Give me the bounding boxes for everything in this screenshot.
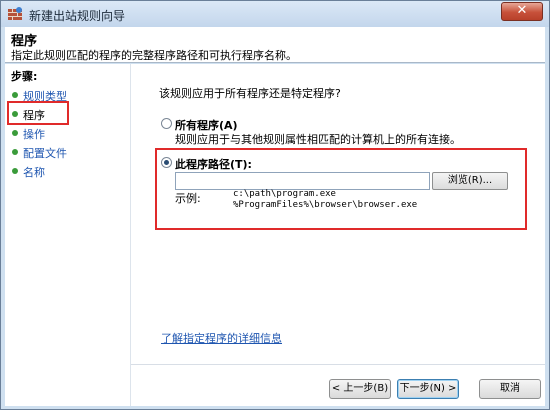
step-dot-icon [12,168,18,174]
wizard-content: 步骤: 规则类型 程序 操作 配置文件 名称 该规则应用于所有程序还是特定程序?… [5,64,545,406]
question-text: 该规则应用于所有程序还是特定程序? [159,87,341,100]
step-label: 名称 [23,166,45,179]
learn-more-link[interactable]: 了解指定程序的详细信息 [161,330,282,346]
window-title: 新建出站规则向导 [29,9,126,23]
steps-panel: 步骤: 规则类型 程序 操作 配置文件 名称 [5,64,131,406]
back-button[interactable]: < 上一步(B) [329,379,391,399]
steps-title: 步骤: [11,70,38,83]
all-programs-description: 规则应用于与其他规则属性相匹配的计算机上的所有连接。 [175,133,461,146]
close-button[interactable]: ✕ [501,2,543,21]
firewall-icon [8,7,22,20]
step-label: 操作 [23,128,45,141]
page-header: 程序 指定此规则匹配的程序的完整程序路径和可执行程序名称。 [5,27,545,63]
step-name[interactable]: 名称 [9,162,125,180]
page-subtitle: 指定此规则匹配的程序的完整程序路径和可执行程序名称。 [11,49,297,62]
example-label: 示例: [175,192,201,205]
program-path-input[interactable] [175,172,430,190]
next-button[interactable]: 下一步(N) > [397,379,459,399]
main-panel: 该规则应用于所有程序还是特定程序? 所有程序(A) 规则应用于与其他规则属性相匹… [131,64,545,406]
title-bar[interactable]: 新建出站规则向导 ✕ [1,1,549,27]
step-action[interactable]: 操作 [9,124,125,142]
example-path-2: %ProgramFiles%\browser\browser.exe [233,200,418,210]
step-dot-icon [12,130,18,136]
footer-divider [131,364,545,365]
step-profile[interactable]: 配置文件 [9,143,125,161]
step-dot-icon [12,92,18,98]
program-path-radio[interactable] [161,157,172,168]
all-programs-radio[interactable] [161,118,172,129]
example-path-1: c:\path\program.exe [233,189,336,199]
step-dot-icon [12,149,18,155]
program-path-label[interactable]: 此程序路径(T): [175,156,252,172]
current-step-highlight [7,101,69,125]
browse-button[interactable]: 浏览(R)... [432,172,508,190]
cancel-button[interactable]: 取消 [479,379,541,399]
step-label: 配置文件 [23,147,67,160]
wizard-window: 新建出站规则向导 ✕ 程序 指定此规则匹配的程序的完整程序路径和可执行程序名称。… [0,0,550,410]
